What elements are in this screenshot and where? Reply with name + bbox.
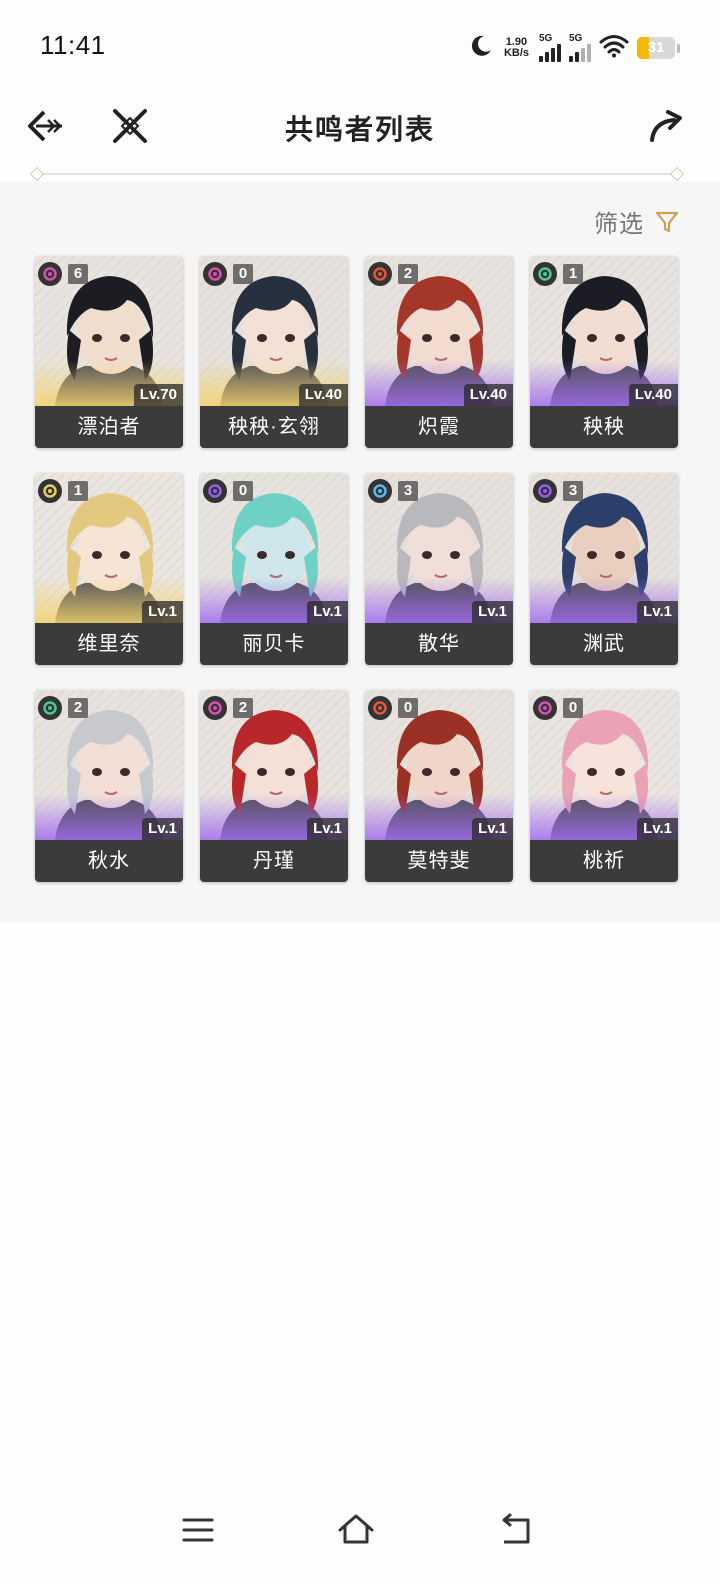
resonance-chain-badge: 6 (68, 264, 88, 284)
filter-button[interactable]: 筛选 (594, 204, 680, 239)
character-grid: 6 Lv.70 漂泊者 0 Lv.40 秧秧·玄翎 2 Lv.40 炽霞 1 Lv.40 秧秧 1 Lv.… (35, 256, 678, 882)
character-card[interactable]: 3 Lv.1 渊武 (530, 473, 678, 665)
status-icons: 1.90 KB/s 5G 5G 31 (468, 32, 680, 64)
character-name: 秧秧·玄翎 (200, 406, 348, 448)
character-name: 渊武 (530, 623, 678, 665)
character-level: Lv.1 (307, 601, 348, 623)
character-name: 丽贝卡 (200, 623, 348, 665)
element-havoc-icon (533, 696, 557, 720)
character-level: Lv.1 (472, 601, 513, 623)
moon-icon (468, 33, 494, 64)
character-level: Lv.70 (133, 384, 183, 406)
signal-icon: 5G (569, 34, 591, 62)
share-arrow-icon (650, 110, 682, 142)
element-havoc-icon (38, 262, 62, 286)
character-card[interactable]: 0 Lv.1 桃祈 (530, 690, 678, 882)
battery-percent: 31 (647, 39, 665, 56)
page-title: 共鸣者列表 (284, 114, 435, 145)
header-divider (36, 173, 678, 175)
resonance-chain-badge: 1 (563, 264, 583, 284)
home-icon (338, 1514, 374, 1544)
element-aero-icon (38, 696, 62, 720)
status-bar: 11:41 1.90 KB/s 5G 5G 31 (0, 0, 720, 96)
resonance-chain-badge: 3 (398, 481, 418, 501)
element-glacio-icon (368, 479, 392, 503)
character-level: Lv.40 (463, 384, 513, 406)
resonance-chain-badge: 2 (233, 698, 253, 718)
character-name: 散华 (365, 623, 513, 665)
character-card[interactable]: 0 Lv.40 秧秧·玄翎 (200, 256, 348, 448)
menu-icon (182, 1518, 214, 1542)
element-fusion-icon (368, 262, 392, 286)
element-electro-icon (533, 479, 557, 503)
character-card[interactable]: 1 Lv.1 维里奈 (35, 473, 183, 665)
signal-label: 5G (569, 33, 583, 44)
resonance-chain-badge: 0 (398, 698, 418, 718)
funnel-icon (655, 211, 679, 232)
character-card[interactable]: 0 Lv.1 丽贝卡 (200, 473, 348, 665)
share-button[interactable] (646, 106, 686, 146)
element-havoc-icon (203, 262, 227, 286)
signal-icon: 5G (539, 34, 561, 62)
header: 共鸣者列表 (0, 96, 720, 156)
filter-label: 筛选 (594, 211, 644, 238)
character-card[interactable]: 2 Lv.1 秋水 (35, 690, 183, 882)
resonance-chain-badge: 3 (563, 481, 583, 501)
character-level: Lv.1 (472, 818, 513, 840)
character-name: 炽霞 (365, 406, 513, 448)
character-level: Lv.1 (637, 601, 678, 623)
character-level: Lv.1 (142, 601, 183, 623)
back-nav-button[interactable] (494, 1508, 538, 1552)
element-electro-icon (203, 479, 227, 503)
resonance-chain-badge: 1 (68, 481, 88, 501)
character-name: 漂泊者 (35, 406, 183, 448)
character-card[interactable]: 6 Lv.70 漂泊者 (35, 256, 183, 448)
wifi-icon (599, 34, 629, 63)
system-navbar (0, 1500, 720, 1560)
resonance-chain-badge: 0 (563, 698, 583, 718)
character-card[interactable]: 3 Lv.1 散华 (365, 473, 513, 665)
element-spectro-icon (38, 479, 62, 503)
status-time: 11:41 (40, 30, 106, 60)
character-name: 桃祈 (530, 840, 678, 882)
character-card[interactable]: 2 Lv.40 炽霞 (365, 256, 513, 448)
home-button[interactable] (334, 1508, 378, 1552)
element-aero-icon (533, 262, 557, 286)
character-name: 丹瑾 (200, 840, 348, 882)
character-level: Lv.1 (307, 818, 348, 840)
resonance-chain-badge: 2 (398, 264, 418, 284)
net-speed: 1.90 KB/s (504, 37, 529, 59)
character-card[interactable]: 2 Lv.1 丹瑾 (200, 690, 348, 882)
character-card[interactable]: 0 Lv.1 莫特斐 (365, 690, 513, 882)
resonance-chain-badge: 0 (233, 264, 253, 284)
character-card[interactable]: 1 Lv.40 秧秧 (530, 256, 678, 448)
character-name: 维里奈 (35, 623, 183, 665)
resonance-chain-badge: 2 (68, 698, 88, 718)
net-speed-unit: KB/s (503, 47, 529, 59)
character-name: 莫特斐 (365, 840, 513, 882)
character-name: 秋水 (35, 840, 183, 882)
element-fusion-icon (368, 696, 392, 720)
character-name: 秧秧 (530, 406, 678, 448)
character-level: Lv.40 (298, 384, 348, 406)
element-havoc-icon (203, 696, 227, 720)
menu-button[interactable] (176, 1508, 220, 1552)
back-icon (502, 1513, 530, 1544)
character-level: Lv.40 (628, 384, 678, 406)
character-level: Lv.1 (637, 818, 678, 840)
battery-icon: 31 (637, 37, 675, 59)
signal-label: 5G (539, 33, 553, 44)
resonance-chain-badge: 0 (233, 481, 253, 501)
character-level: Lv.1 (142, 818, 183, 840)
